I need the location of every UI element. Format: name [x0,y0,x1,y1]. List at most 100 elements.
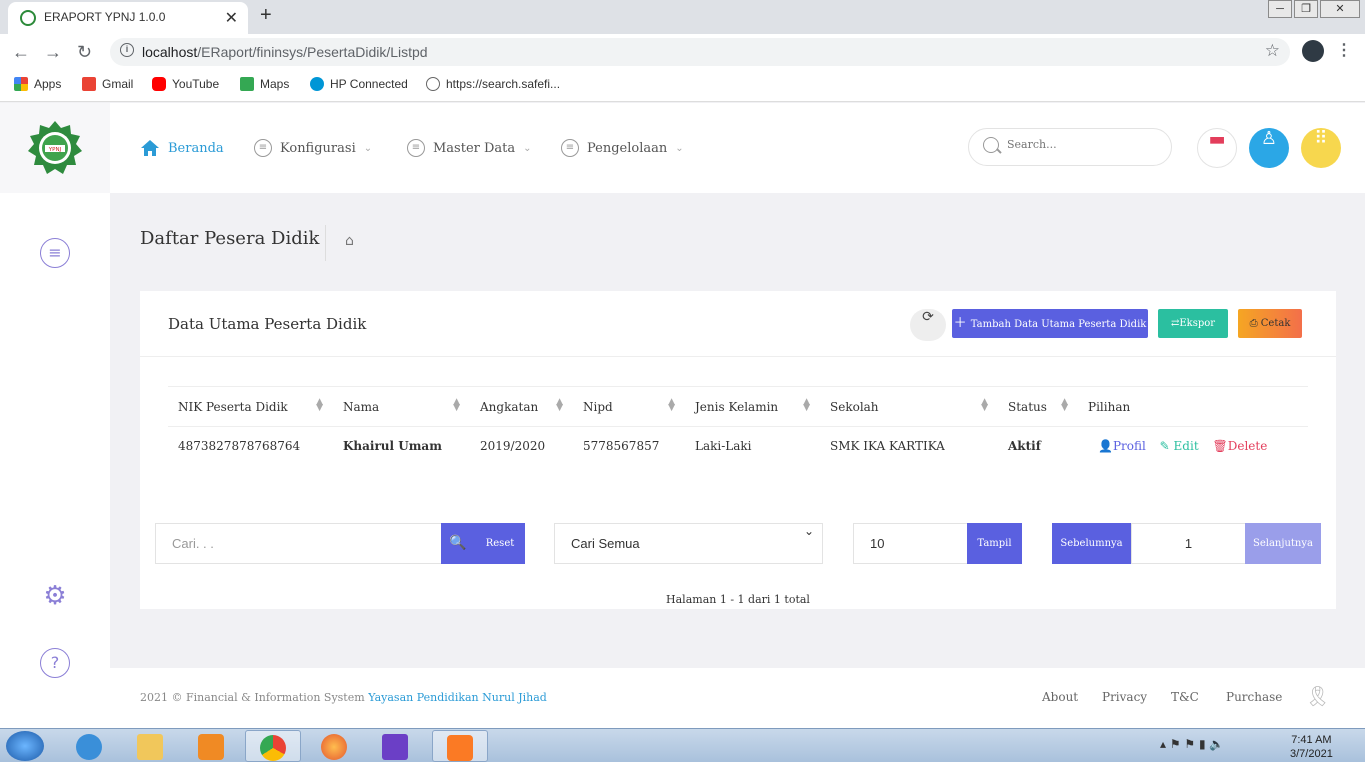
windows-start-button[interactable] [6,731,44,761]
cell-jenis-kelamin: Laki-Laki [695,438,752,453]
bookmark-search[interactable]: https://search.safefi... [426,77,560,91]
breadcrumb-home-icon[interactable]: ⌂ [345,233,354,249]
col-header-label: NIK Peserta Didik [178,399,288,414]
page-number-input[interactable]: 1 [1131,523,1246,564]
navbar-search-input[interactable] [1007,138,1157,151]
ypnj-logo[interactable]: YPNJ [26,119,84,177]
site-info-icon[interactable]: i [120,43,134,57]
cell-angkatan: 2019/2020 [480,438,546,453]
print-button-label: Cetak [1260,318,1291,329]
restore-button[interactable]: ❐ [1294,0,1318,18]
col-header-nik[interactable]: NIK Peserta Didik ▲ ▼ [168,386,333,427]
header-divider [325,225,326,261]
print-button[interactable]: ⎙ Cetak [1238,309,1302,338]
col-header-nama[interactable]: Nama ▲ ▼ [333,386,470,427]
user-button[interactable]: ♙ [1249,128,1289,168]
omnibox[interactable]: i localhost/ERaport/fininsys/PesertaDidi… [110,38,1290,66]
show-button[interactable]: Tampil [967,523,1022,564]
next-page-button[interactable]: Selanjutnya [1245,523,1321,564]
edit-icon: ✎ [1159,438,1174,453]
forward-icon[interactable]: → [44,42,62,63]
clock-time: 7:41 AM [1291,734,1332,746]
browser-menu-icon[interactable]: ⋮ [1336,40,1352,60]
reload-icon[interactable]: ↻ [77,42,92,63]
filter-select[interactable]: Cari Semua ⌄ [554,523,823,564]
footer-privacy-link[interactable]: Privacy [1102,690,1147,704]
system-tray-icons[interactable]: ▴ ⚑ ⚑ ▮ 🔈 [1160,737,1224,751]
help-icon[interactable]: ? [40,648,70,678]
apps-grid-icon [14,77,28,91]
taskbar-explorer[interactable] [123,730,179,762]
edit-action[interactable]: ✎ Edit [1160,439,1199,453]
close-tab-icon[interactable]: ✕ [225,8,238,28]
search-button[interactable]: 🔍 [441,523,475,564]
col-header-nipd[interactable]: Nipd ▲ ▼ [573,386,685,427]
ribbon-icon: 🎗 [1305,684,1331,708]
chat-button[interactable]: ▬ [1197,128,1237,168]
chrome-icon [260,735,286,761]
add-student-button[interactable]: ＋ Tambah Data Utama Peserta Didik [952,309,1148,338]
reset-button[interactable]: Reset [475,523,525,564]
taskbar-firefox[interactable] [307,730,363,762]
menu-toggle-icon[interactable]: ≡ [40,238,70,268]
per-page-input[interactable]: 10 [853,523,968,564]
col-header-label: Pilihan [1088,399,1131,414]
taskbar-xampp[interactable] [432,730,488,762]
bookmark-label: Maps [260,77,290,91]
url-host: localhost [142,44,198,60]
taskbar-ie[interactable] [62,730,118,762]
settings-gear-icon[interactable]: ⚙ [40,583,70,613]
profile-avatar[interactable] [1302,40,1324,62]
url-text[interactable]: localhost/ERaport/fininsys/PesertaDidik/… [142,44,428,60]
col-header-label: Nama [343,399,380,414]
refresh-button[interactable]: ⟳ [910,309,946,341]
col-header-status[interactable]: Status ▲ ▼ [998,386,1078,427]
list-icon: ≡ [407,139,425,157]
bookmark-gmail[interactable]: Gmail [82,77,133,91]
prev-page-button[interactable]: Sebelumnya [1052,523,1131,564]
footer-tc-link[interactable]: T&C [1171,690,1199,704]
taskbar-clock[interactable]: 7:41 AM 3/7/2021 [1290,733,1333,761]
xampp-icon [447,735,473,761]
taskbar-vs[interactable] [368,730,424,762]
sort-icon: ▲ ▼ [556,397,563,413]
export-button[interactable]: ⇄Ekspor [1158,309,1228,338]
bookmark-maps[interactable]: Maps [240,77,289,91]
footer-purchase-link[interactable]: Purchase [1226,690,1282,704]
footer-about-link[interactable]: About [1042,690,1078,704]
taskbar-chrome[interactable] [245,730,301,762]
window-close-button[interactable]: ✕ [1320,0,1360,18]
nav-label: Pengelolaan [587,140,668,156]
bookmark-youtube[interactable]: YouTube [152,77,219,91]
col-header-label: Jenis Kelamin [695,399,779,414]
delete-action[interactable]: 🗑Delete [1212,439,1267,453]
navbar-search[interactable] [968,128,1172,166]
nav-master-data[interactable]: ≡ Master Data ⌄ [407,139,532,157]
student-table: NIK Peserta Didik ▲ ▼ Nama ▲ ▼ Angkatan ▲ ▼ Ni… [168,386,1308,465]
bookmark-hp[interactable]: HP Connected [310,77,408,91]
nav-konfigurasi[interactable]: ≡ Konfigurasi ⌄ [254,139,372,157]
new-tab-icon[interactable]: + [260,4,272,27]
table-search-input[interactable]: Cari. . . [155,523,442,564]
profile-action[interactable]: 👤Profil [1098,439,1146,453]
org-link[interactable]: Yayasan Pendidikan Nurul Jihad [368,691,547,704]
bookmark-star-icon[interactable]: ☆ [1265,41,1280,61]
browser-tab[interactable]: ERAPORT YPNJ 1.0.0 ✕ [8,2,248,34]
nav-pengelolaan[interactable]: ≡ Pengelolaan ⌄ [561,139,684,157]
cell-nipd: 5778567857 [583,438,660,453]
youtube-icon [152,77,166,91]
back-icon[interactable]: ← [12,42,30,63]
bookmark-apps[interactable]: Apps [14,77,61,91]
list-icon: ≡ [561,139,579,157]
nav-label: Master Data [433,140,516,156]
taskbar-media[interactable] [184,730,240,762]
visual-studio-icon [382,734,408,760]
col-header-sekolah[interactable]: Sekolah ▲ ▼ [820,386,998,427]
col-header-jenis-kelamin[interactable]: Jenis Kelamin ▲ ▼ [685,386,820,427]
chevron-down-icon: ⌄ [803,524,814,538]
apps-grid-button[interactable]: ⠿ [1301,128,1341,168]
plus-icon: ＋ [953,316,971,331]
minimize-button[interactable]: ─ [1268,0,1292,18]
nav-beranda[interactable]: Beranda [140,139,224,157]
col-header-angkatan[interactable]: Angkatan ▲ ▼ [470,386,573,427]
